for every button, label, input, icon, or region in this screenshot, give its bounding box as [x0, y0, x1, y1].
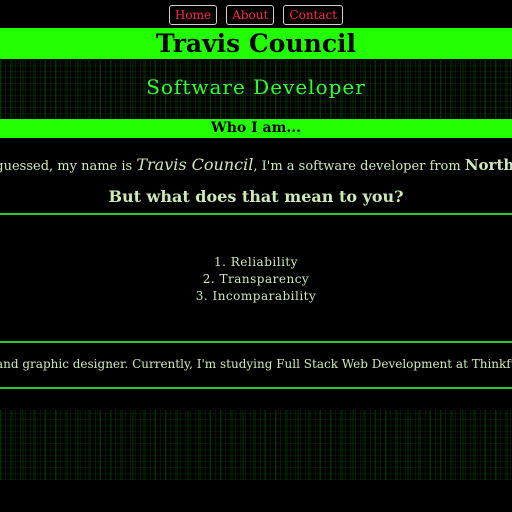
- intro-place: Northern: [464, 156, 512, 174]
- about-heading: Who I am...: [210, 120, 302, 136]
- matrix-background-band: [0, 410, 512, 480]
- page: Home About Contact Travis Council Softwa…: [0, 0, 512, 512]
- list-item: 3. Incomparability: [195, 289, 317, 303]
- divider: [0, 387, 512, 389]
- page-title: Travis Council: [155, 29, 357, 58]
- about-section-banner: Who I am...: [0, 119, 512, 138]
- page-subtitle: Software Developer: [146, 75, 366, 99]
- divider: [0, 341, 512, 343]
- list-item: 2. Transparency: [202, 272, 310, 286]
- question-heading: But what does that mean to you?: [108, 187, 404, 206]
- nav-about-link[interactable]: About: [226, 5, 275, 25]
- nav-contact-link[interactable]: Contact: [283, 5, 344, 25]
- divider: [0, 213, 512, 215]
- nav-home-link[interactable]: Home: [168, 5, 218, 25]
- list-item: 1. Reliability: [213, 255, 299, 269]
- top-nav: Home About Contact: [0, 4, 512, 25]
- intro-middle: , I'm a software developer from: [253, 159, 465, 174]
- values-list: 1. Reliability 2. Transparency 3. Incomp…: [0, 254, 512, 305]
- intro-name: Travis Council: [136, 155, 254, 174]
- outro-text: and graphic designer. Currently, I'm stu…: [0, 357, 512, 371]
- intro-text: have guessed, my name is Travis Council,…: [0, 155, 512, 174]
- title-banner: Travis Council: [0, 28, 512, 59]
- intro-prefix: have guessed, my name is: [0, 159, 133, 174]
